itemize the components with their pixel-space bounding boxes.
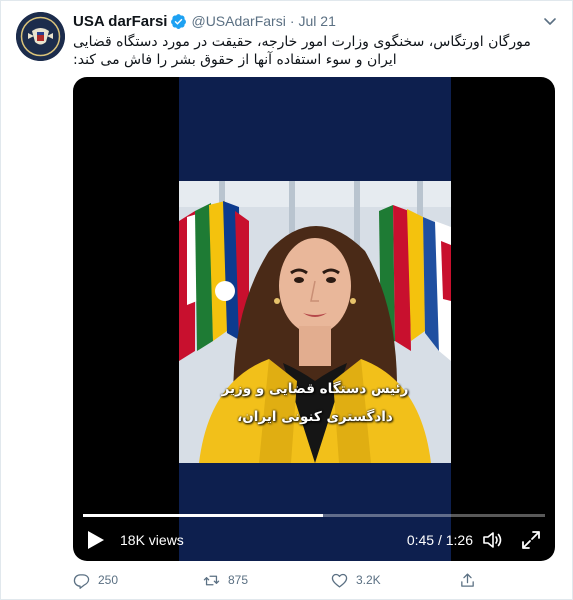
separator-dot: · [289,13,295,29]
tweet-card[interactable]: USA darFarsi @USAdarFarsi · Jul 21 مورگا… [0,0,573,600]
retweet-button[interactable]: 875 [203,570,248,590]
volume-icon[interactable] [482,530,503,550]
video-frame: رئیس دستگاه قضایی و وزیر دادگستری کنونی … [179,181,451,463]
more-icon[interactable] [542,13,558,29]
display-name[interactable]: USA darFarsi [73,13,167,30]
video-subtitle-line-2: دادگستری کنونی ایران، [237,409,393,425]
view-count: 18K views [120,532,184,548]
video-time: 0:45 / 1:26 [406,532,473,548]
like-count: 3.2K [356,573,381,587]
share-icon [459,572,476,589]
like-button[interactable]: 3.2K [331,570,381,590]
tweet-header: USA darFarsi @USAdarFarsi · Jul 21 [73,11,336,31]
reply-button[interactable]: 250 [73,570,118,590]
video-subtitle-line-1: رئیس دستگاه قضایی و وزیر [221,381,409,397]
like-icon [331,572,348,589]
tweet-actions: 250 875 3.2K [73,570,493,590]
video-progress-fill [83,514,324,517]
tweet-date[interactable]: Jul 21 [299,13,336,29]
share-button[interactable] [459,570,476,590]
avatar[interactable] [16,12,65,61]
verified-badge-icon [170,13,187,30]
retweet-icon [203,572,220,589]
video-player[interactable]: رئیس دستگاه قضایی و وزیر دادگستری کنونی … [73,77,555,561]
retweet-count: 875 [228,573,249,587]
tweet-text: مورگان اورتگاس، سخنگوی وزارت امور خارجه،… [73,34,531,68]
reply-count: 250 [98,573,119,587]
fullscreen-icon[interactable] [521,530,541,550]
play-icon[interactable] [87,530,105,550]
handle[interactable]: @USAdarFarsi [191,13,285,29]
reply-icon [73,572,90,589]
video-progress-bar[interactable] [83,514,545,517]
